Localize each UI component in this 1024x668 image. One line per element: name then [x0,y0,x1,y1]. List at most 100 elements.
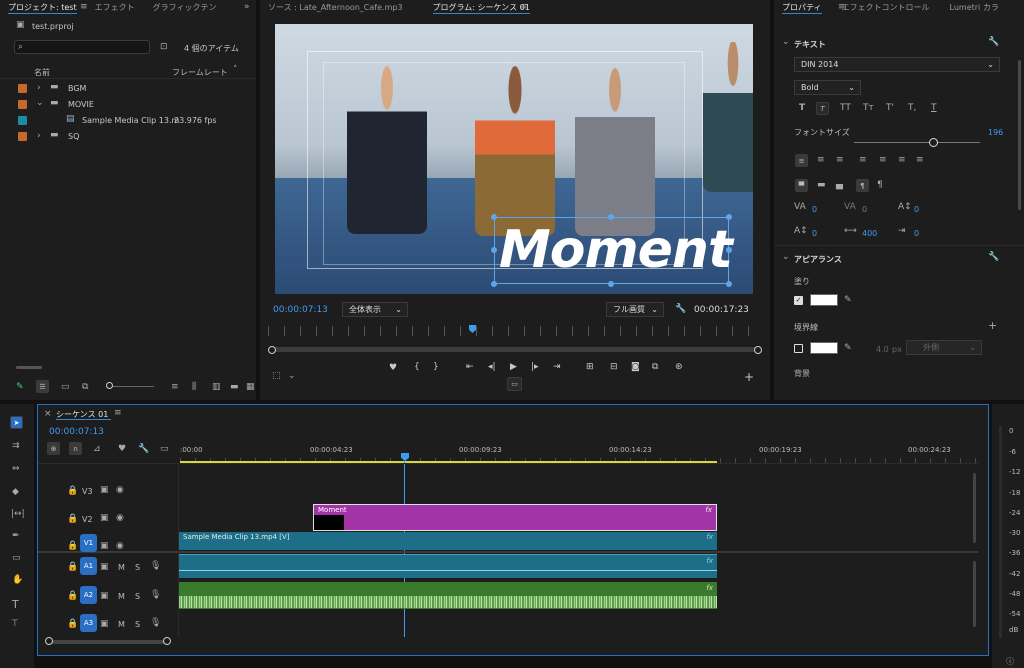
kerning-value[interactable]: 0 [812,205,817,214]
snap-button[interactable]: ∩ [69,442,82,455]
quality-dropdown[interactable]: フル画質 ⌄ [606,302,664,317]
transform-handle[interactable] [491,281,497,287]
tab-program[interactable]: プログラム: シーケンス 01 [432,2,530,14]
tracking-value[interactable]: 0 [862,205,867,214]
align-left-button[interactable]: ≡ [795,154,808,167]
zoom-bar-handle-right[interactable] [754,346,762,354]
stroke-checkbox[interactable] [794,344,803,353]
hamburger-menu-icon[interactable]: ≡ [114,409,122,418]
timeline-vertical-scrollbar[interactable] [973,473,976,543]
transform-handle[interactable] [491,214,497,220]
close-icon[interactable]: × [44,410,52,419]
underline-icon[interactable]: T [931,104,937,113]
extract-icon[interactable]: ⊟ [610,362,618,372]
go-to-out-icon[interactable]: ⇥ [553,362,561,372]
chevron-down-icon[interactable]: ⌄ [782,253,790,262]
fx-badge[interactable]: fx [706,584,713,592]
find-icon[interactable]: ▥ [212,383,221,392]
microphone-icon[interactable]: 🎙 [150,591,161,600]
list-item[interactable]: ⌄ ▬ MOVIE [0,96,256,112]
video-frame[interactable]: Moment [275,24,753,294]
fx-badge[interactable]: fx [705,506,712,514]
timeline-vertical-scrollbar-audio[interactable] [973,561,976,627]
add-button-icon[interactable]: + [744,370,754,384]
align-top-button[interactable]: ▀ [795,179,808,192]
new-item-icon[interactable]: ▦ [246,383,255,392]
transform-handle[interactable] [726,247,732,253]
timeline-clip-a2[interactable]: fx [179,582,717,609]
current-timecode[interactable]: 00:00:07:13 [273,305,328,315]
eye-icon[interactable]: ◉ [116,514,124,523]
ripple-edit-icon[interactable]: ⇔ [12,465,20,474]
timeline-scroll-handle-left[interactable] [45,637,53,645]
label-color-swatch[interactable] [18,116,27,125]
hand-icon[interactable]: ✋ [12,576,23,585]
leading-value[interactable]: 0 [812,229,817,238]
add-marker-icon[interactable]: ♥ [118,445,126,454]
transform-handle[interactable] [491,247,497,253]
fill-checkbox[interactable]: ✓ [794,296,803,305]
play-icon[interactable]: ▶ [510,362,517,372]
lift-icon[interactable]: ⊞ [586,362,594,372]
wrench-icon[interactable]: 🔧 [988,38,999,47]
eye-icon[interactable]: ◉ [116,486,124,495]
lock-icon[interactable]: 🔒 [67,515,78,524]
timeline-scroll-handle-right[interactable] [163,637,171,645]
chevron-down-icon[interactable]: ⌄ [288,372,296,381]
hamburger-menu-icon[interactable]: ≡ [520,3,528,12]
freeform-view-icon[interactable]: ⧉ [82,383,88,392]
captions-icon[interactable]: ▭ [160,445,169,454]
lock-icon[interactable]: 🔒 [67,592,78,601]
timeline-clip-a1[interactable]: fx [179,554,717,578]
microphone-icon[interactable]: 🎙 [150,619,161,628]
track-target-a1[interactable]: A1 [80,557,97,575]
baseline-value[interactable]: 0 [914,205,919,214]
track-target-a3[interactable]: A3 [80,614,97,632]
pen-icon[interactable]: ✒ [12,532,20,541]
transform-handle[interactable] [608,214,614,220]
solo-button[interactable]: S [135,620,140,629]
automate-icon[interactable]: ⫼ [192,383,196,392]
add-stroke-icon[interactable]: + [988,320,997,331]
stroke-color-swatch[interactable] [810,342,838,354]
text-section-title[interactable]: テキスト [794,39,826,50]
timeline-ruler[interactable] [180,443,978,463]
fx-badge[interactable]: fx [706,533,713,541]
go-to-in-icon[interactable]: ⇤ [466,362,474,372]
eye-icon[interactable]: ◉ [116,542,124,551]
chevron-right-icon[interactable]: › [37,132,41,141]
sort-icon[interactable]: ≡ [171,383,179,392]
lock-icon[interactable]: 🔒 [67,542,78,551]
mute-button[interactable]: M [118,563,125,572]
monitor-zoom-bar[interactable] [273,347,757,352]
linked-selection-icon[interactable]: ⊿ [93,445,101,454]
horizontal-scrollbar[interactable] [16,366,42,369]
sync-lock-icon[interactable]: ▣ [100,592,109,601]
list-item[interactable]: › ▬ BGM [0,80,256,96]
chevron-right-icon[interactable]: › [37,84,41,93]
tab-effects[interactable]: エフェクト [95,2,135,13]
solo-button[interactable]: S [135,563,140,572]
font-family-dropdown[interactable]: DIN 2014 ⌄ [794,57,1000,72]
chevron-down-icon[interactable]: ⌄ [36,99,44,108]
wrench-icon[interactable]: 🔧 [675,305,686,314]
comparison-view-icon[interactable]: ⧉ [652,362,658,372]
justify-left-icon[interactable]: ≡ [859,156,867,165]
stroke-width-value[interactable]: 4.0 [876,345,889,354]
font-size-value[interactable]: 196 [988,128,1003,137]
timeline-clip-v1[interactable]: Sample Media Clip 13.mp4 [V] fx [179,532,717,550]
list-item[interactable]: ▤ Sample Media Clip 13.m 23.976 fps [0,112,256,128]
list-view-button[interactable]: ☰ [36,380,49,393]
slip-icon[interactable]: |↔| [11,510,25,519]
pencil-icon[interactable]: ✎ [16,383,24,392]
proxy-toggle-icon[interactable]: ⊛ [675,362,683,372]
add-marker-icon[interactable]: ♥ [389,363,397,373]
multicam-icon[interactable]: ▭ [507,377,522,391]
microphone-icon[interactable]: 🎙 [150,562,161,571]
list-item[interactable]: › ▬ SQ [0,128,256,144]
align-center-icon[interactable]: ≡ [817,156,825,165]
label-color-swatch[interactable] [18,132,27,141]
eyedropper-icon[interactable]: ✎ [844,344,852,353]
column-name-header[interactable]: 名前 [34,67,50,78]
export-frame-icon[interactable]: ◙ [631,362,640,372]
